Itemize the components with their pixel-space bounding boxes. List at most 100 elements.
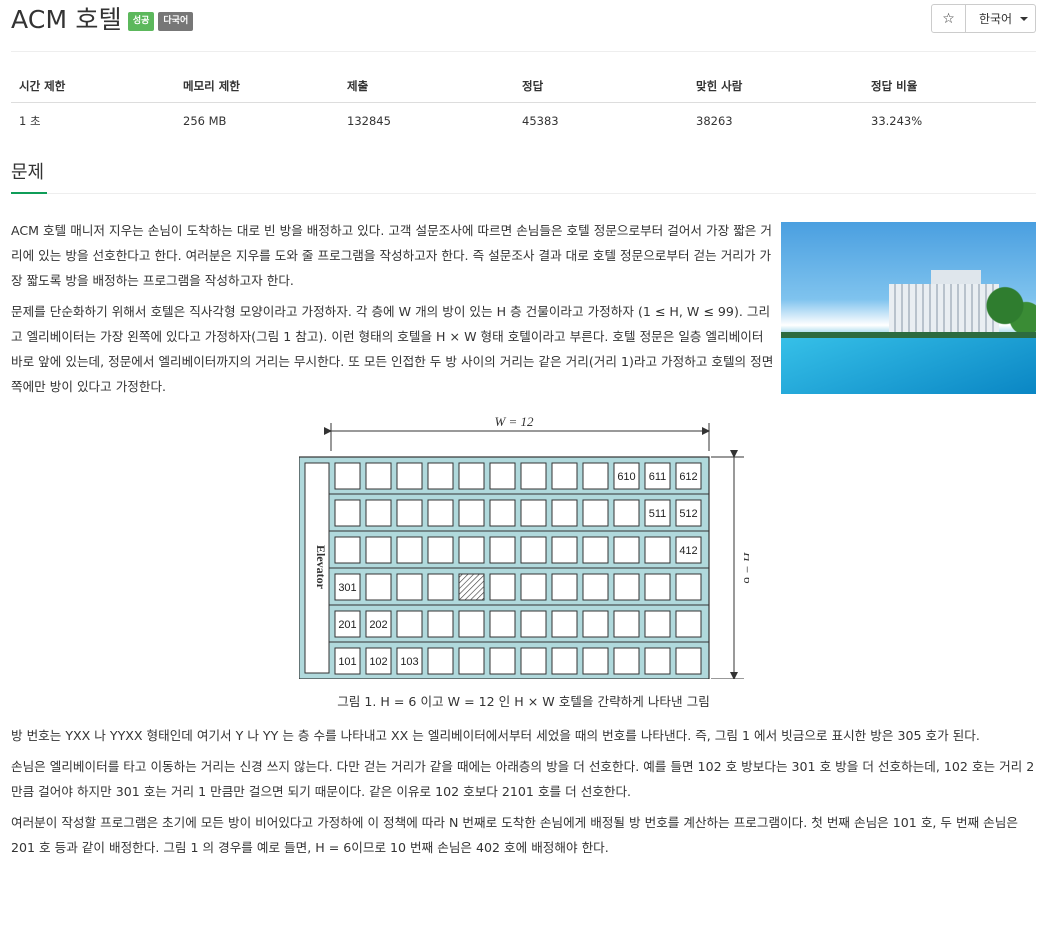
room [334, 536, 360, 564]
room [551, 462, 577, 490]
caret-down-icon [1020, 16, 1029, 21]
room [458, 647, 484, 675]
room [675, 647, 701, 675]
room-number: 412 [679, 545, 697, 557]
room [551, 536, 577, 564]
room [551, 573, 577, 601]
section-title: 문제 [11, 161, 1036, 194]
room [489, 647, 515, 675]
room [520, 462, 546, 490]
room [396, 499, 422, 527]
room [489, 536, 515, 564]
room [365, 573, 391, 601]
room [365, 499, 391, 527]
room [551, 610, 577, 638]
info-ratio: 33.243% [871, 114, 923, 128]
room [644, 610, 670, 638]
room [365, 536, 391, 564]
multilang-badge: 다국어 [158, 11, 194, 31]
elevator-label: Elevator [314, 545, 328, 590]
problem-paragraph-3: 방 번호는 YXX 나 YYXX 형태인데 여기서 Y 나 YY 는 층 수를 … [11, 728, 980, 743]
room [675, 610, 701, 638]
room [520, 536, 546, 564]
room [520, 610, 546, 638]
room [582, 536, 608, 564]
room [334, 462, 360, 490]
room [489, 499, 515, 527]
star-button[interactable]: ☆ [931, 4, 966, 33]
room [427, 573, 453, 601]
room-number: 610 [617, 471, 635, 483]
problem-paragraph-4: 손님은 엘리베이터를 타고 이동하는 거리는 신경 쓰지 않는다. 다만 걷는 … [11, 759, 1035, 799]
hotel-diagram: W = 12 Elevator H = 6 610 611 612 511 512 412… [298, 414, 749, 679]
info-header-ratio: 정답 비율 [863, 68, 1036, 103]
info-memory: 256 MB [183, 114, 227, 128]
solved-badge: 성공 [127, 11, 155, 31]
room-number: 202 [369, 619, 387, 631]
room [644, 536, 670, 564]
hotel-figure: W = 12 Elevator H = 6 610 611 612 511 512 412… [11, 409, 1036, 687]
room [427, 647, 453, 675]
room-number: 102 [369, 656, 387, 668]
room-number: 301 [338, 582, 356, 594]
room-number: 511 [648, 508, 666, 520]
height-label: H = 6 [741, 551, 749, 584]
room [613, 647, 639, 675]
room [489, 462, 515, 490]
info-header-memory: 메모리 제한 [175, 68, 339, 103]
info-header-accepted: 정답 [514, 68, 688, 103]
info-accepted: 45383 [522, 114, 559, 128]
room [613, 499, 639, 527]
info-header-solvers: 맞힌 사람 [688, 68, 863, 103]
room [613, 610, 639, 638]
room [458, 462, 484, 490]
info-submit: 132845 [347, 114, 391, 128]
star-icon: ☆ [942, 10, 955, 27]
room [489, 610, 515, 638]
room [427, 499, 453, 527]
problem-title: ACM 호텔 [11, 5, 122, 34]
room [520, 573, 546, 601]
room [427, 610, 453, 638]
photo-pool [781, 338, 1036, 394]
room [582, 499, 608, 527]
room [365, 462, 391, 490]
problem-page: ACM 호텔 성공 다국어 ☆ 한국어 시간 제한 메모리 제한 제출 정답 맞… [0, 0, 1056, 860]
room [582, 573, 608, 601]
room [396, 610, 422, 638]
room [458, 610, 484, 638]
room [396, 573, 422, 601]
room [489, 573, 515, 601]
language-dropdown[interactable]: 한국어 [966, 4, 1036, 33]
room [458, 499, 484, 527]
room [582, 462, 608, 490]
room [334, 499, 360, 527]
room-number: 611 [648, 471, 666, 483]
info-value-row: 1 초 256 MB 132845 45383 38263 33.243% [11, 103, 1036, 140]
room-number: 512 [679, 508, 697, 520]
room [396, 462, 422, 490]
room [551, 499, 577, 527]
room [644, 647, 670, 675]
hatched-room [458, 573, 484, 601]
problem-info-table: 시간 제한 메모리 제한 제출 정답 맞힌 사람 정답 비율 1 초 256 M… [11, 68, 1036, 139]
room [551, 647, 577, 675]
room-number: 101 [338, 656, 356, 668]
room [675, 573, 701, 601]
info-header-submit: 제출 [339, 68, 514, 103]
width-label: W = 12 [494, 414, 534, 429]
problem-description: ACM 호텔 매니저 지우는 손님이 도착하는 대로 빈 방을 배정하고 있다.… [11, 218, 1036, 860]
room [582, 647, 608, 675]
room [613, 573, 639, 601]
room [644, 573, 670, 601]
room [427, 462, 453, 490]
info-header-row: 시간 제한 메모리 제한 제출 정답 맞힌 사람 정답 비율 [11, 68, 1036, 103]
room [458, 536, 484, 564]
section-title-text: 문제 [11, 162, 45, 183]
room [396, 536, 422, 564]
problem-header: ACM 호텔 성공 다국어 ☆ 한국어 [11, 0, 1036, 52]
room [613, 536, 639, 564]
info-header-time: 시간 제한 [11, 68, 175, 103]
room [427, 536, 453, 564]
info-time: 1 초 [19, 114, 41, 128]
